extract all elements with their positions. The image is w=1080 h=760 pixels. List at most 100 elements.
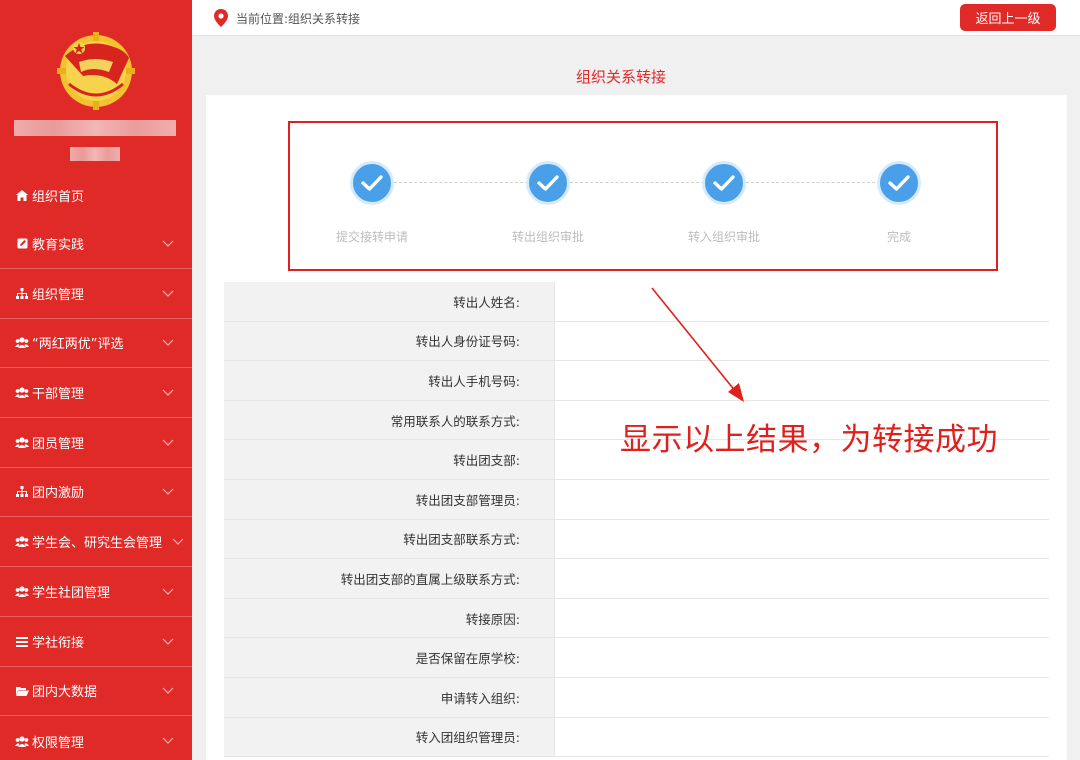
sidebar-item-label: 学生社团管理 xyxy=(32,586,111,601)
sidebar-item-label: 干部管理 xyxy=(32,387,85,402)
blurred-user-name xyxy=(70,147,120,161)
field-label: 申请转入组织: xyxy=(224,677,554,717)
field-label: 转出团支部: xyxy=(224,440,554,479)
users-icon xyxy=(15,535,29,549)
sidebar-item-label: 组织管理 xyxy=(32,288,85,303)
folder-open-icon xyxy=(15,684,29,698)
table-row: 转出人姓名: xyxy=(224,282,1049,322)
table-row: 转出团支部管理员: xyxy=(224,479,1049,520)
table-row: 转出人手机号码: xyxy=(224,361,1049,401)
sidebar: 组织首页 教育实践 组织管理 “两红两优”评选 干部管理 团员管理 团内激励 学… xyxy=(0,0,192,760)
step-connector xyxy=(394,182,528,183)
page-title: 组织关系转接 xyxy=(575,68,666,86)
sidebar-item-org-management[interactable]: 组织管理 xyxy=(0,269,192,319)
field-value xyxy=(554,321,1049,361)
field-label: 转入团组织管理员: xyxy=(224,717,554,757)
sidebar-item-label: “两红两优”评选 xyxy=(32,337,124,352)
field-label: 转接原因: xyxy=(224,598,554,638)
sidebar-item-education[interactable]: 教育实践 xyxy=(0,219,192,269)
table-row: 转出团支部联系方式: xyxy=(224,519,1049,560)
sitemap-icon xyxy=(15,485,29,499)
sidebar-item-label: 权限管理 xyxy=(32,735,85,751)
sidebar-item-selection[interactable]: “两红两优”评选 xyxy=(0,318,192,368)
sidebar-item-label: 教育实践 xyxy=(32,238,85,253)
check-icon xyxy=(713,175,735,191)
field-label: 转出人身份证号码: xyxy=(224,321,554,361)
field-value xyxy=(554,479,1049,519)
chevron-down-icon xyxy=(162,290,174,297)
field-label: 转出团支部联系方式: xyxy=(224,519,554,559)
sidebar-item-home[interactable]: 组织首页 xyxy=(0,170,192,220)
chevron-down-icon xyxy=(172,538,184,545)
home-icon xyxy=(15,188,29,202)
chevron-down-icon xyxy=(162,638,174,645)
sidebar-item-label: 组织首页 xyxy=(32,189,85,205)
field-label: 是否保留在原学校: xyxy=(224,638,554,677)
step-connector xyxy=(746,182,880,183)
check-icon xyxy=(537,175,559,191)
field-value xyxy=(554,598,1049,638)
table-row: 转接原因: xyxy=(224,598,1049,639)
sidebar-item-member-management[interactable]: 团员管理 xyxy=(0,418,192,468)
step-4-complete xyxy=(877,161,921,205)
chevron-down-icon xyxy=(162,488,174,495)
check-icon xyxy=(361,175,383,191)
field-label: 常用联系人的联系方式: xyxy=(224,400,554,440)
sidebar-item-cadre-management[interactable]: 干部管理 xyxy=(0,368,192,418)
sidebar-item-label: 学社衔接 xyxy=(32,636,85,651)
table-row: 申请转入组织: xyxy=(224,677,1049,718)
sidebar-item-permissions[interactable]: 权限管理 xyxy=(0,716,192,760)
table-row: 转出团支部的直属上级联系方式: xyxy=(224,559,1049,599)
sidebar-item-label: 学生会、研究生会管理 xyxy=(32,536,163,551)
chevron-down-icon xyxy=(162,339,174,346)
table-row: 是否保留在原学校: xyxy=(224,638,1049,678)
annotation-arrow xyxy=(651,287,744,402)
chevron-down-icon xyxy=(162,439,174,446)
breadcrumb: 当前位置:组织关系转接 xyxy=(236,12,361,26)
sitemap-icon xyxy=(15,287,29,301)
table-row: 转入团组织管理员: xyxy=(224,717,1049,758)
step-3-complete xyxy=(702,161,746,205)
step-2-complete xyxy=(526,161,570,205)
step-label: 转入组织审批 xyxy=(687,230,760,244)
chevron-down-icon xyxy=(162,389,174,396)
field-value xyxy=(554,638,1049,677)
sidebar-item-label: 团内激励 xyxy=(32,486,85,501)
users-icon xyxy=(15,585,29,599)
transfer-details-table: 转出人姓名: 转出人身份证号码: 转出人手机号码: 常用联系人的联系方式: 转出… xyxy=(224,282,1049,758)
chevron-down-icon xyxy=(162,240,174,247)
field-value xyxy=(554,559,1049,598)
step-label: 提交接转申请 xyxy=(335,230,408,244)
back-button[interactable]: 返回上一级 xyxy=(960,4,1056,31)
chevron-down-icon xyxy=(162,687,174,694)
step-1-complete xyxy=(350,161,394,205)
top-bar: 当前位置:组织关系转接 返回上一级 xyxy=(192,0,1080,36)
step-label: 完成 xyxy=(886,230,911,244)
bars-icon xyxy=(15,635,29,649)
annotation-text: 显示以上结果，为转接成功 xyxy=(620,422,998,458)
field-value xyxy=(554,361,1049,400)
sidebar-item-student-union[interactable]: 学生会、研究生会管理 xyxy=(0,517,192,567)
field-label: 转出人姓名: xyxy=(224,282,554,321)
blurred-org-name xyxy=(14,120,176,136)
check-icon xyxy=(888,175,910,191)
step-label: 转出组织审批 xyxy=(511,230,584,244)
sidebar-item-incentives[interactable]: 团内激励 xyxy=(0,467,192,517)
field-value xyxy=(554,282,1049,321)
sidebar-item-club-management[interactable]: 学生社团管理 xyxy=(0,567,192,617)
sidebar-item-transition[interactable]: 学社衔接 xyxy=(0,617,192,667)
users-icon xyxy=(15,386,29,400)
field-label: 转出人手机号码: xyxy=(224,361,554,400)
chevron-down-icon xyxy=(162,737,174,744)
table-row: 转出人身份证号码: xyxy=(224,321,1049,362)
field-value xyxy=(554,717,1049,757)
users-icon xyxy=(15,436,29,450)
users-icon xyxy=(15,336,29,350)
users-icon xyxy=(15,734,29,748)
location-pin-icon xyxy=(214,9,228,27)
sidebar-item-label: 团员管理 xyxy=(32,437,85,452)
youth-league-emblem xyxy=(57,32,135,110)
sidebar-item-big-data[interactable]: 团内大数据 xyxy=(0,666,192,716)
edit-icon xyxy=(15,237,29,251)
field-label: 转出团支部的直属上级联系方式: xyxy=(224,559,554,598)
